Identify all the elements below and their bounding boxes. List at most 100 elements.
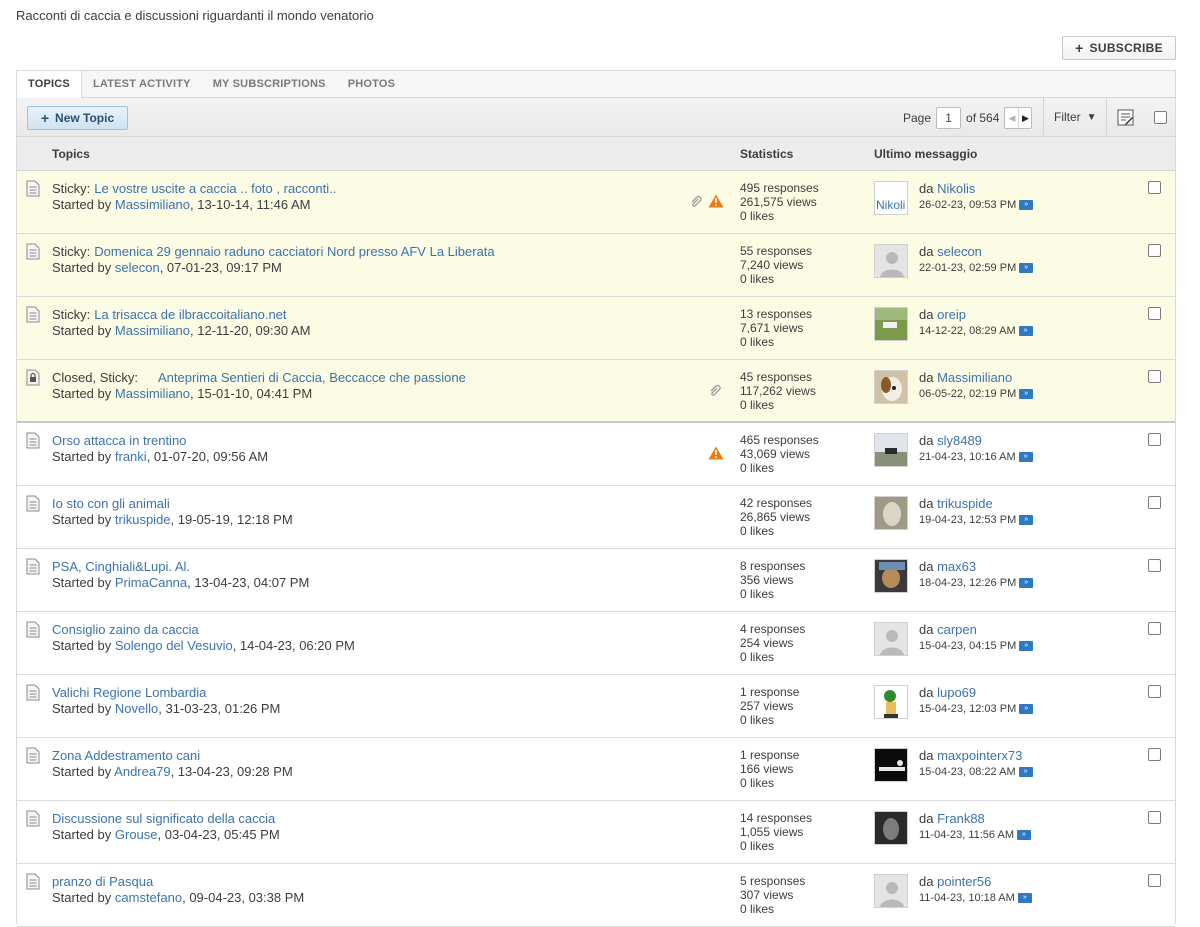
avatar[interactable] (874, 433, 908, 467)
topic-prefix: Closed, Sticky: (52, 370, 138, 385)
go-to-last-post-icon[interactable]: » (1017, 830, 1031, 840)
topic-select-checkbox[interactable] (1148, 874, 1161, 887)
go-to-last-post-icon[interactable]: » (1019, 641, 1034, 651)
avatar[interactable] (874, 685, 908, 719)
select-all-checkbox[interactable] (1154, 111, 1167, 124)
last-post-user-link[interactable]: sly8489 (937, 433, 982, 448)
tab-my-subscriptions[interactable]: MY SUBSCRIPTIONS (202, 71, 337, 97)
topic-author-link[interactable]: trikuspide (115, 512, 171, 527)
tab-photos[interactable]: PHOTOS (337, 71, 406, 97)
topic-author-link[interactable]: PrimaCanna (115, 575, 187, 590)
topic-started-line: Started by franki, 01-07-20, 09:56 AM (52, 449, 268, 464)
topic-title-link[interactable]: Consiglio zaino da caccia (52, 622, 199, 637)
topic-title-link[interactable]: Le vostre uscite a caccia .. foto , racc… (94, 181, 336, 196)
topic-title-link[interactable]: Io sto con gli animali (52, 496, 170, 511)
last-post-date-text: 22-01-23, 02:59 PM (919, 262, 1017, 274)
da-label: da (919, 811, 934, 826)
topic-author-link[interactable]: franki (115, 449, 147, 464)
avatar[interactable] (874, 874, 908, 908)
topic-author-link[interactable]: Solengo del Vesuvio (115, 638, 233, 653)
last-post-user-link[interactable]: max63 (937, 559, 976, 574)
avatar[interactable]: Nikoli (874, 181, 908, 215)
topic-select-checkbox[interactable] (1148, 685, 1161, 698)
topic-title-link[interactable]: Orso attacca in trentino (52, 433, 186, 448)
avatar[interactable] (874, 370, 908, 404)
topic-author-link[interactable]: Massimiliano (115, 323, 190, 338)
last-post-user-link[interactable]: lupo69 (937, 685, 976, 700)
avatar[interactable] (874, 748, 908, 782)
avatar[interactable] (874, 811, 908, 845)
avatar[interactable] (874, 244, 908, 278)
topic-author-link[interactable]: Novello (115, 701, 158, 716)
topic-select-checkbox[interactable] (1148, 496, 1161, 509)
topic-author-link[interactable]: Andrea79 (114, 764, 170, 779)
topic-select-checkbox[interactable] (1148, 748, 1161, 761)
tab-latest-activity[interactable]: LATEST ACTIVITY (82, 71, 202, 97)
topic-title-link[interactable]: Discussione sul significato della caccia (52, 811, 275, 826)
avatar[interactable] (874, 559, 908, 593)
topic-select-checkbox[interactable] (1148, 559, 1161, 572)
topic-author-link[interactable]: Grouse (115, 827, 158, 842)
topic-title-link[interactable]: Domenica 29 gennaio raduno cacciatori No… (94, 244, 494, 259)
last-post-author: da max63 (919, 559, 976, 574)
topic-author-link[interactable]: Massimiliano (115, 197, 190, 212)
go-to-last-post-icon[interactable]: » (1019, 704, 1034, 714)
page-number-input[interactable]: 1 (936, 107, 962, 129)
go-to-last-post-icon[interactable]: » (1017, 893, 1032, 903)
filter-button[interactable]: Filter ▼ (1054, 110, 1097, 124)
topic-started-line: Started by selecon, 07-01-23, 09:17 PM (52, 260, 282, 275)
last-post-user-link[interactable]: pointer56 (937, 874, 991, 889)
moderation-tools-icon[interactable] (1117, 109, 1134, 126)
avatar[interactable] (874, 496, 908, 530)
topic-author-link[interactable]: selecon (115, 260, 160, 275)
topic-statistics: 13 responses 7,671 views 0 likes (740, 307, 812, 349)
last-post-user-link[interactable]: Nikolis (937, 181, 975, 196)
last-post-user-link[interactable]: carpen (937, 622, 977, 637)
topic-select-checkbox[interactable] (1148, 433, 1161, 446)
last-post-user-link[interactable]: trikuspide (937, 496, 993, 511)
last-post-user-link[interactable]: Massimiliano (937, 370, 1012, 385)
topic-title-link[interactable]: La trisacca de ilbraccoitaliano.net (94, 307, 286, 322)
next-page-icon[interactable]: ▶ (1018, 108, 1031, 128)
topic-statistics: 5 responses 307 views 0 likes (740, 874, 805, 916)
topic-select-checkbox[interactable] (1148, 244, 1161, 257)
subscribe-button[interactable]: + SUBSCRIBE (1062, 36, 1176, 60)
topic-prefix: Sticky: (52, 181, 91, 196)
topic-title-line: Sticky: Domenica 29 gennaio raduno caccia… (52, 244, 495, 259)
likes-count: 0 likes (740, 524, 775, 538)
go-to-last-post-icon[interactable]: » (1019, 578, 1034, 588)
last-post-user-link[interactable]: Frank88 (937, 811, 985, 826)
last-post-user-link[interactable]: selecon (937, 244, 982, 259)
da-label: da (919, 370, 934, 385)
topic-title-link[interactable]: Valichi Regione Lombardia (52, 685, 206, 700)
topic-title-link[interactable]: pranzo di Pasqua (52, 874, 153, 889)
go-to-last-post-icon[interactable]: » (1019, 389, 1034, 399)
topic-title-link[interactable]: Anteprima Sentieri di Caccia, Beccacce c… (158, 370, 466, 385)
tab-topics[interactable]: TOPICS (17, 71, 82, 99)
topic-title-link[interactable]: PSA, Cinghiali&Lupi. Al. (52, 559, 190, 574)
go-to-last-post-icon[interactable]: » (1019, 263, 1034, 273)
go-to-last-post-icon[interactable]: » (1019, 200, 1034, 210)
go-to-last-post-icon[interactable]: » (1019, 515, 1034, 525)
avatar[interactable] (874, 622, 908, 656)
last-post-date: 26-02-23, 09:53 PM» (919, 199, 1034, 211)
topic-start-date: , 13-10-14, 11:46 AM (190, 197, 311, 212)
topic-select-checkbox[interactable] (1148, 622, 1161, 635)
last-post-date: 11-04-23, 11:56 AM» (919, 829, 1031, 841)
topic-author-link[interactable]: camstefano (115, 890, 182, 905)
previous-page-icon[interactable]: ◀ (1005, 108, 1018, 128)
topic-title-link[interactable]: Zona Addestramento cani (52, 748, 200, 763)
last-post-user-link[interactable]: maxpointerx73 (937, 748, 1022, 763)
topic-select-checkbox[interactable] (1148, 370, 1161, 383)
go-to-last-post-icon[interactable]: » (1018, 326, 1033, 336)
topic-select-checkbox[interactable] (1148, 181, 1161, 194)
avatar[interactable] (874, 307, 908, 341)
topic-author-link[interactable]: Massimiliano (115, 386, 190, 401)
new-topic-button[interactable]: + New Topic (27, 106, 128, 130)
da-label: da (919, 748, 934, 763)
go-to-last-post-icon[interactable]: » (1018, 452, 1033, 462)
go-to-last-post-icon[interactable]: » (1018, 767, 1033, 777)
topic-select-checkbox[interactable] (1148, 307, 1161, 320)
last-post-user-link[interactable]: oreip (937, 307, 966, 322)
topic-select-checkbox[interactable] (1148, 811, 1161, 824)
